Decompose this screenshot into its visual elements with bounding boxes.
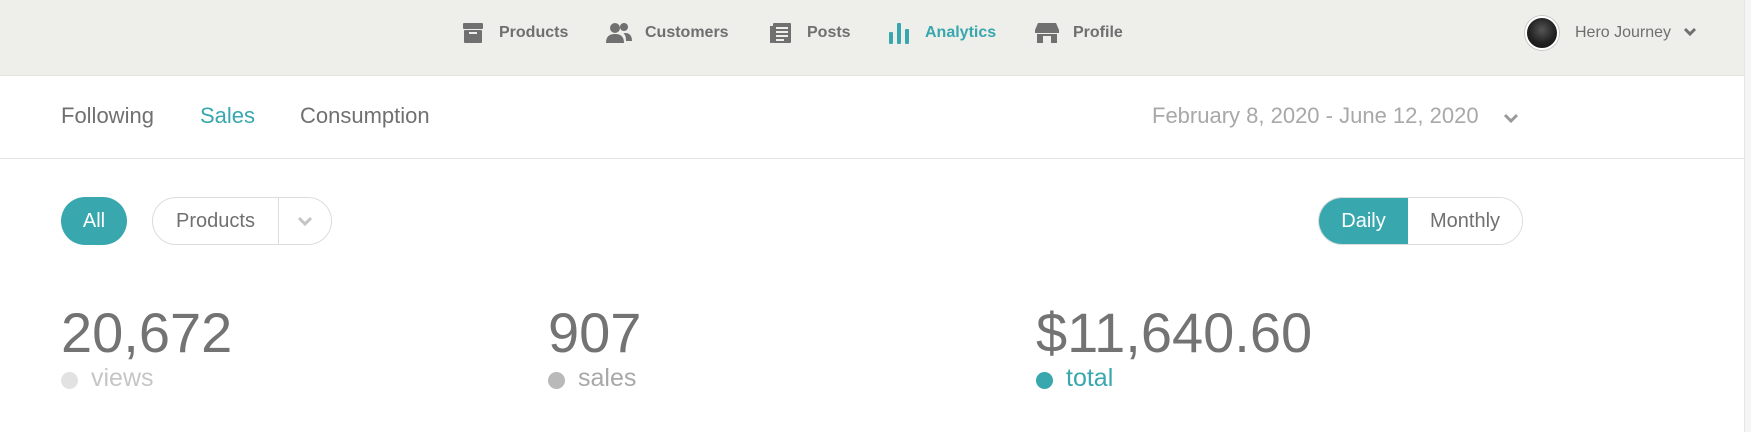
legend-dot (1036, 372, 1053, 389)
chevron-down-icon (1683, 24, 1697, 42)
archive-box-icon (460, 20, 486, 46)
granularity-toggle: Daily Monthly (1318, 197, 1523, 245)
stat-label: sales (578, 364, 637, 392)
stat-label: total (1066, 364, 1114, 392)
top-nav: Products Customers Posts Analytics Profi… (0, 0, 1751, 76)
nav-item-label: Products (499, 24, 569, 41)
tab-sales[interactable]: Sales (200, 103, 255, 129)
users-icon (606, 20, 632, 46)
stat-caption: sales (548, 364, 641, 393)
stat-views: 20,672 views (61, 300, 232, 393)
legend-dot (61, 372, 78, 389)
nav-item-products[interactable]: Products (460, 0, 568, 66)
monthly-button[interactable]: Monthly (1408, 198, 1522, 244)
nav-item-label: Profile (1073, 24, 1123, 41)
stat-caption: total (1036, 364, 1312, 393)
sub-header: Following Sales Consumption February 8, … (0, 76, 1751, 159)
stat-value: $11,640.60 (1036, 301, 1313, 364)
nav-item-posts[interactable]: Posts (768, 0, 851, 66)
daily-button[interactable]: Daily (1319, 198, 1408, 244)
tab-following[interactable]: Following (61, 103, 154, 129)
stat-total: $11,640.60 total (1036, 300, 1312, 393)
user-name: Hero Journey (1575, 24, 1672, 41)
legend-dot (548, 372, 565, 389)
nav-item-profile[interactable]: Profile (1034, 0, 1123, 66)
stat-value: 20,672 (61, 301, 233, 364)
nav-item-label: Customers (645, 24, 729, 41)
vertical-scrollbar[interactable] (1744, 0, 1751, 432)
nav-item-label: Analytics (925, 24, 997, 41)
avatar (1525, 16, 1559, 50)
filter-all-button[interactable]: All (61, 197, 127, 245)
chevron-down-icon (1503, 103, 1519, 129)
stat-sales: 907 sales (548, 300, 641, 393)
nav-item-analytics[interactable]: Analytics (886, 0, 996, 66)
document-list-icon (768, 20, 794, 46)
bar-chart-icon (886, 20, 912, 46)
products-filter-select[interactable]: Products (152, 197, 332, 245)
stat-label: views (91, 364, 154, 392)
date-range-picker[interactable]: February 8, 2020 - June 12, 2020 (1152, 103, 1519, 129)
products-filter-label: Products (176, 209, 255, 232)
user-menu[interactable]: Hero Journey (1525, 15, 1697, 51)
tab-consumption[interactable]: Consumption (300, 103, 430, 129)
chevron-down-icon[interactable] (279, 216, 331, 226)
date-range-label: February 8, 2020 - June 12, 2020 (1152, 103, 1479, 128)
stat-caption: views (61, 364, 232, 393)
storefront-icon (1034, 20, 1060, 46)
nav-item-customers[interactable]: Customers (606, 0, 729, 66)
stat-value: 907 (548, 301, 642, 364)
nav-item-label: Posts (807, 24, 851, 41)
